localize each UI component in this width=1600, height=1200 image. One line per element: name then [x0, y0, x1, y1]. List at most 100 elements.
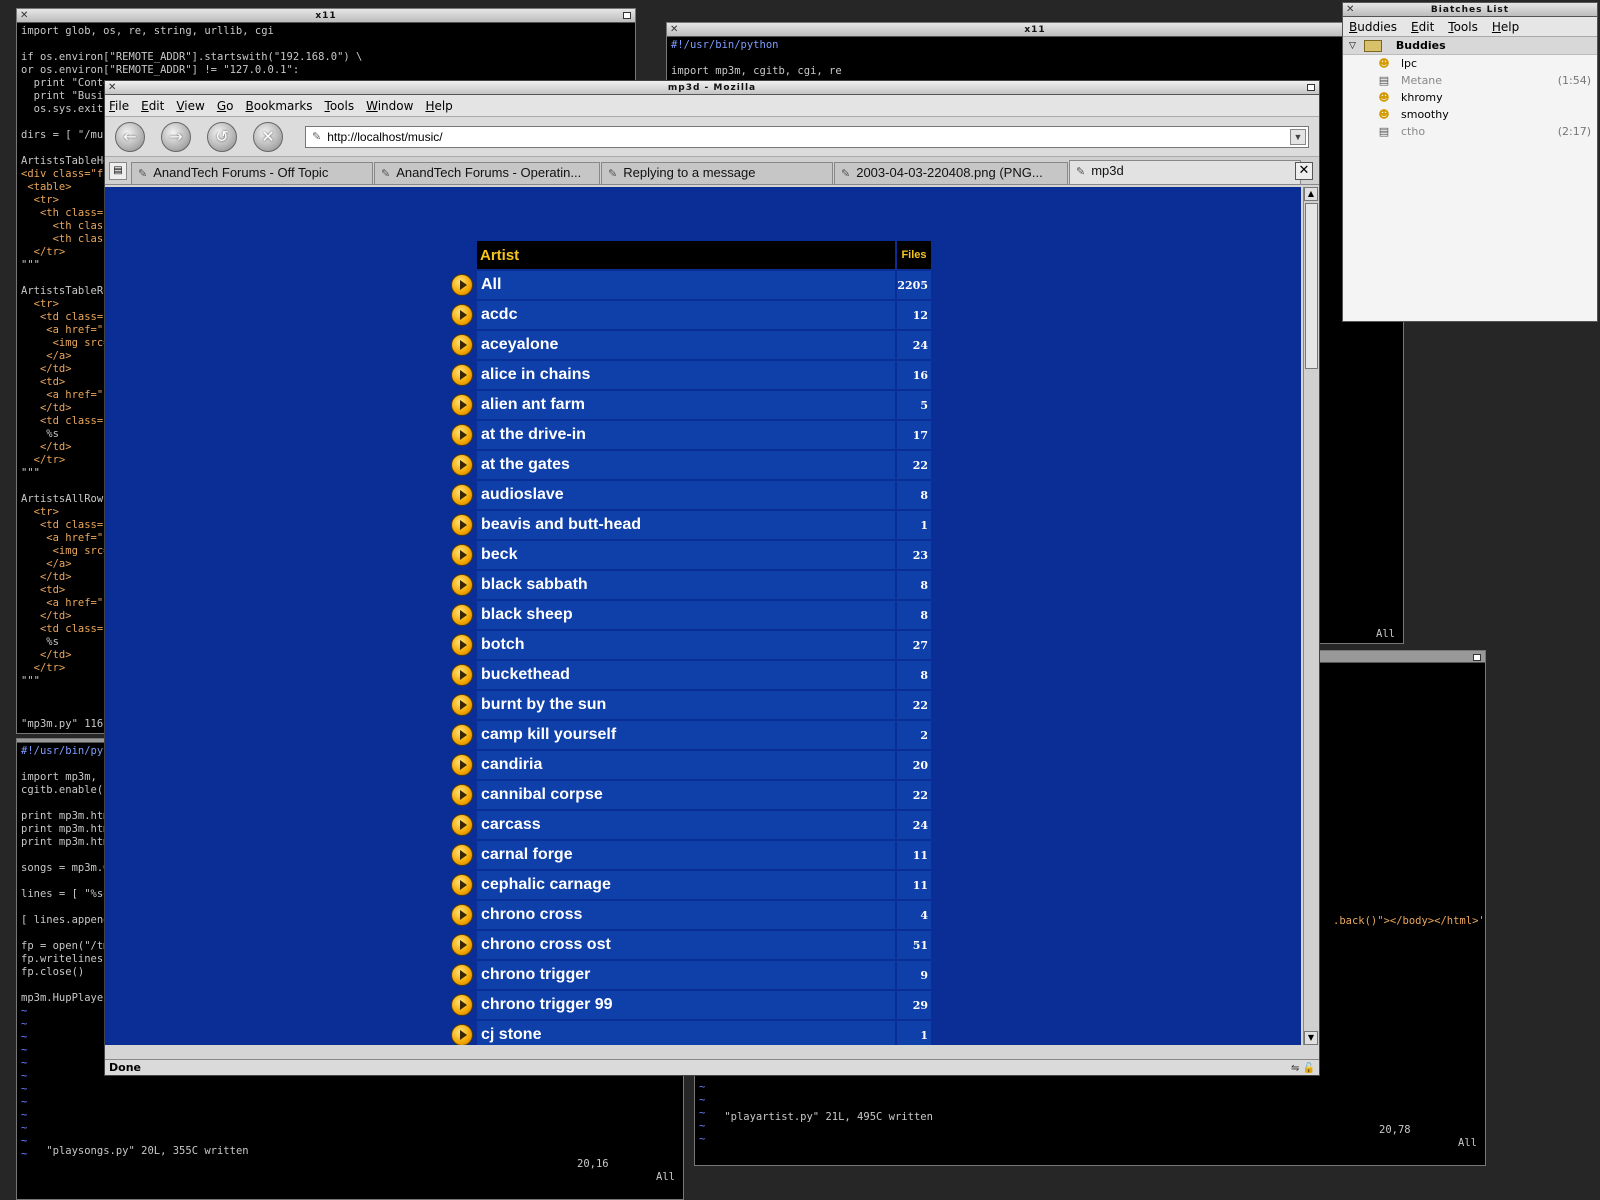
play-icon[interactable] — [451, 304, 473, 326]
page-content[interactable]: Artist Files All 2205 acdc 12 aceyalone 24 ali… — [105, 187, 1301, 1045]
play-icon[interactable] — [451, 394, 473, 416]
play-icon[interactable] — [451, 1024, 473, 1045]
artist-link[interactable]: candiria — [477, 751, 895, 779]
play-icon[interactable] — [451, 844, 473, 866]
buddy-group[interactable]: ▽ Buddies — [1343, 37, 1597, 55]
back-button[interactable]: ← — [115, 121, 145, 152]
tab-anandtech-off-topic[interactable]: ✎ AnandTech Forums - Off Topic — [131, 162, 373, 184]
artist-link[interactable]: carcass — [477, 811, 895, 839]
artist-link[interactable]: cj stone — [477, 1021, 895, 1045]
play-icon[interactable] — [451, 994, 473, 1016]
menu-edit[interactable]: Edit — [1411, 20, 1434, 34]
terminal-text[interactable]: #!/usr/bin/python import mp3m, cgitb, cg… — [667, 37, 1403, 80]
play-icon[interactable] — [451, 604, 473, 626]
mozilla-window[interactable]: ✕ mp3d - Mozilla File Edit View Go Bookm… — [104, 80, 1320, 1076]
play-icon[interactable] — [451, 904, 473, 926]
artist-link[interactable]: All — [477, 271, 895, 299]
close-icon[interactable]: ✕ — [1346, 3, 1355, 17]
artist-link[interactable]: black sheep — [477, 601, 895, 629]
artist-link[interactable]: buckethead — [477, 661, 895, 689]
buddy-item[interactable]: ☻ smoothy — [1343, 106, 1597, 123]
url-bar[interactable]: ✎ http://localhost/music/ ▼ — [305, 125, 1309, 148]
scroll-thumb[interactable] — [1305, 203, 1318, 369]
artist-link[interactable]: cannibal corpse — [477, 781, 895, 809]
close-tab-icon[interactable]: ✕ — [1295, 162, 1313, 180]
artist-link[interactable]: beck — [477, 541, 895, 569]
terminal-titlebar[interactable]: ✕ x11 — [667, 23, 1403, 37]
close-icon[interactable]: ✕ — [20, 9, 29, 23]
artist-link[interactable]: at the gates — [477, 451, 895, 479]
reload-button[interactable]: ↺ — [207, 121, 237, 152]
play-icon[interactable] — [451, 274, 473, 296]
artist-link[interactable]: acdc — [477, 301, 895, 329]
artist-link[interactable]: aceyalone — [477, 331, 895, 359]
play-icon[interactable] — [451, 514, 473, 536]
play-icon[interactable] — [451, 364, 473, 386]
artist-link[interactable]: burnt by the sun — [477, 691, 895, 719]
artist-link[interactable]: botch — [477, 631, 895, 659]
artist-link[interactable]: alice in chains — [477, 361, 895, 389]
play-icon[interactable] — [451, 874, 473, 896]
maximize-icon[interactable] — [623, 12, 631, 19]
tab-replying[interactable]: ✎ Replying to a message — [601, 162, 833, 184]
play-icon[interactable] — [451, 484, 473, 506]
play-icon[interactable] — [451, 784, 473, 806]
buddy-item[interactable]: ▤ ctho (2:17) — [1343, 123, 1597, 140]
tab-mp3d[interactable]: ✎ mp3d — [1069, 160, 1301, 184]
tab-anandtech-operating[interactable]: ✎ AnandTech Forums - Operatin... — [374, 162, 600, 184]
artist-link[interactable]: audioslave — [477, 481, 895, 509]
menu-bookmarks[interactable]: Bookmarks — [245, 99, 312, 113]
artist-link[interactable]: chrono cross — [477, 901, 895, 929]
play-icon[interactable] — [451, 694, 473, 716]
artist-link[interactable]: black sabbath — [477, 571, 895, 599]
stop-button[interactable]: ✕ — [253, 121, 283, 152]
artist-link[interactable]: chrono cross ost — [477, 931, 895, 959]
play-icon[interactable] — [451, 964, 473, 986]
play-icon[interactable] — [451, 814, 473, 836]
artist-link[interactable]: camp kill yourself — [477, 721, 895, 749]
maximize-icon[interactable] — [1473, 654, 1481, 661]
expander-icon[interactable]: ▽ — [1349, 41, 1356, 51]
play-icon[interactable] — [451, 634, 473, 656]
close-icon[interactable]: ✕ — [670, 23, 679, 37]
menu-view[interactable]: View — [176, 99, 204, 113]
artist-link[interactable]: chrono trigger 99 — [477, 991, 895, 1019]
menu-tools[interactable]: Tools — [325, 99, 355, 113]
buddy-list-titlebar[interactable]: ✕ Biatches List — [1343, 3, 1597, 17]
menu-edit[interactable]: Edit — [141, 99, 164, 113]
scroll-up-icon[interactable]: ▲ — [1304, 187, 1318, 201]
artist-link[interactable]: beavis and butt-head — [477, 511, 895, 539]
menu-window[interactable]: Window — [366, 99, 413, 113]
menu-help[interactable]: Help — [1492, 20, 1519, 34]
play-icon[interactable] — [451, 664, 473, 686]
menu-buddies[interactable]: Buddies — [1349, 20, 1397, 34]
scroll-down-icon[interactable]: ▼ — [1304, 1031, 1318, 1045]
buddy-list-window[interactable]: ✕ Biatches List Buddies Edit Tools Help … — [1342, 2, 1598, 322]
menu-file[interactable]: File — [109, 99, 129, 113]
play-icon[interactable] — [451, 334, 473, 356]
play-icon[interactable] — [451, 454, 473, 476]
vertical-scrollbar[interactable]: ▲ ▼ — [1303, 187, 1319, 1045]
mozilla-titlebar[interactable]: ✕ mp3d - Mozilla — [105, 81, 1319, 95]
artist-link[interactable]: chrono trigger — [477, 961, 895, 989]
buddy-item[interactable]: ▤ Metane (1:54) — [1343, 72, 1597, 89]
play-icon[interactable] — [451, 424, 473, 446]
artist-link[interactable]: carnal forge — [477, 841, 895, 869]
artist-link[interactable]: alien ant farm — [477, 391, 895, 419]
play-icon[interactable] — [451, 754, 473, 776]
play-icon[interactable] — [451, 934, 473, 956]
forward-button[interactable]: → — [161, 121, 191, 152]
maximize-icon[interactable] — [1307, 84, 1315, 91]
url-dropdown-icon[interactable]: ▼ — [1290, 128, 1306, 145]
play-icon[interactable] — [451, 574, 473, 596]
play-icon[interactable] — [451, 544, 473, 566]
tab-png[interactable]: ✎ 2003-04-03-220408.png (PNG... — [834, 162, 1068, 184]
menu-help[interactable]: Help — [425, 99, 452, 113]
close-icon[interactable]: ✕ — [108, 81, 117, 95]
new-tab-icon[interactable]: ▤ — [109, 162, 127, 180]
menu-go[interactable]: Go — [217, 99, 234, 113]
menu-tools[interactable]: Tools — [1448, 20, 1478, 34]
artist-link[interactable]: cephalic carnage — [477, 871, 895, 899]
artist-link[interactable]: at the drive-in — [477, 421, 895, 449]
terminal-titlebar[interactable]: ✕ x11 — [17, 9, 635, 23]
